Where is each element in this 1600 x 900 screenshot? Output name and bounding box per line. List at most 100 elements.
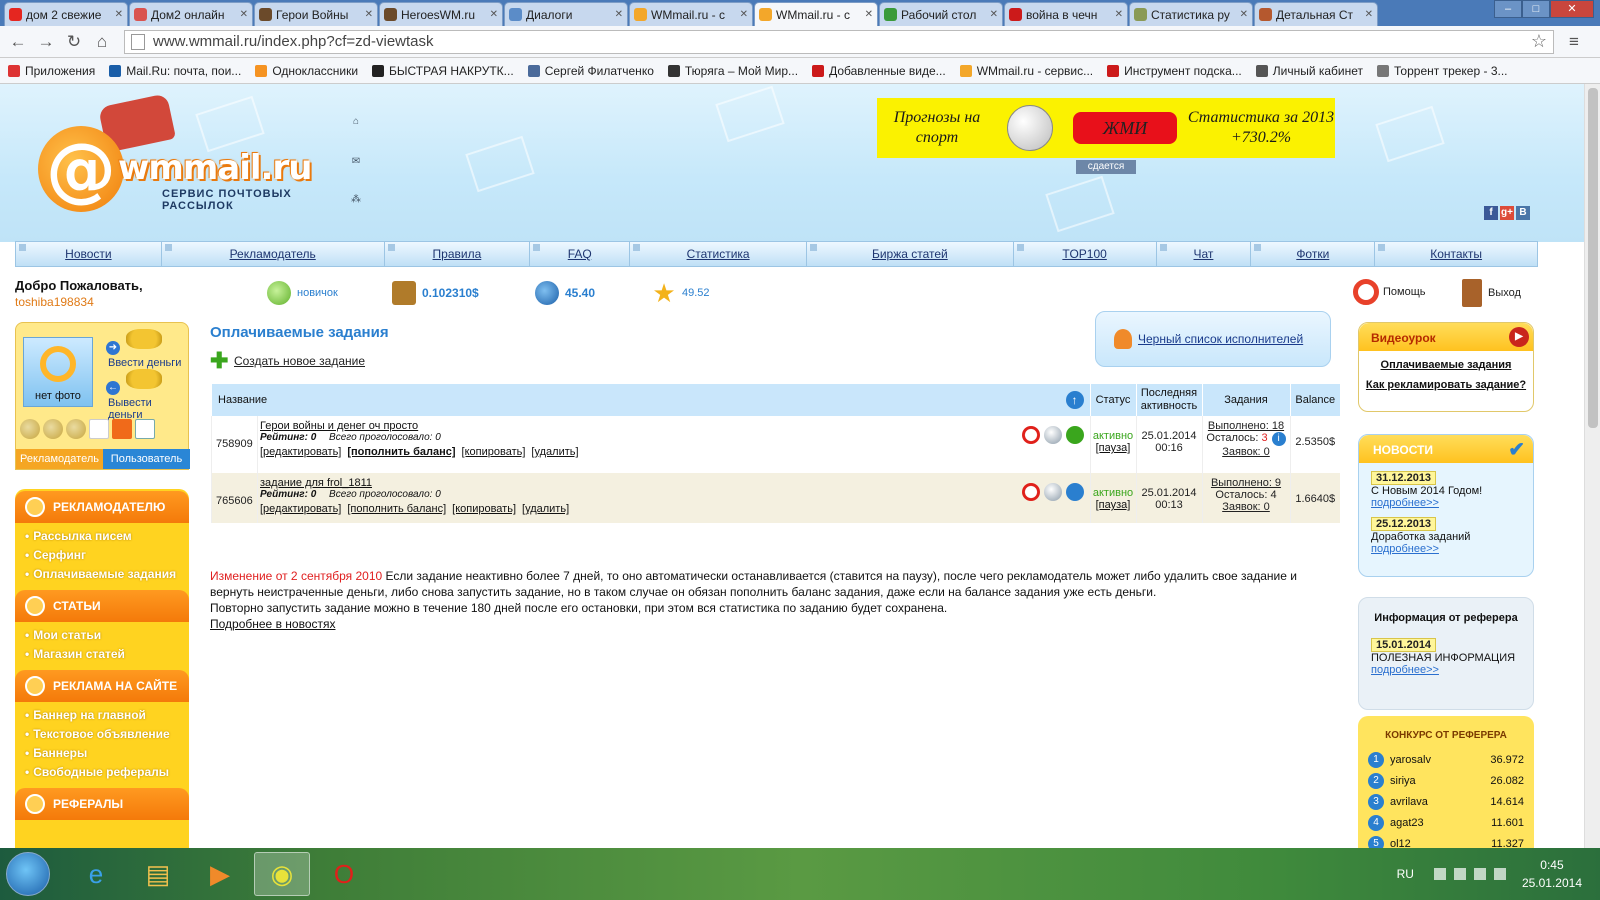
scrollbar-thumb[interactable] [1588,88,1598,428]
left-menu-item[interactable]: Текстовое объявление [25,725,189,744]
tab-close-icon[interactable]: ✕ [1365,9,1373,20]
nav-item[interactable]: Правила [385,242,531,266]
tab-user[interactable]: Пользователь [103,449,190,469]
requests-link[interactable]: Заявок: 0 [1203,501,1290,513]
notice-more-link[interactable]: Подробнее в новостях [210,617,335,631]
sitemap-icon[interactable]: ⁂ [350,194,362,206]
sort-up-icon[interactable]: ↑ [1065,391,1084,409]
nav-item[interactable]: Рекламодатель [162,242,385,266]
media-player-app[interactable]: ▶ [192,852,248,896]
pause-link[interactable]: [пауза] [1091,499,1136,511]
left-menu-section-header[interactable]: РЕФЕРАЛЫ [15,788,189,820]
facebook-icon[interactable]: f [1484,206,1498,220]
blacklist-link[interactable]: Черный список исполнителей [1138,332,1303,346]
browser-tab[interactable]: Герои Войны ✕ [254,2,378,26]
username[interactable]: toshiba198834 [15,295,94,309]
page-scrollbar[interactable] [1584,84,1600,848]
news-more-link[interactable]: подробнее>> [1371,543,1533,555]
alarm-clock-icon[interactable] [1021,483,1040,501]
chrome-menu-icon[interactable]: ≡ [1562,30,1586,54]
left-menu-item[interactable]: Серфинг [25,546,189,565]
bookmark-item[interactable]: Личный кабинет [1255,64,1363,78]
info-icon[interactable]: i [1271,432,1286,446]
left-menu-item[interactable]: Магазин статей [25,645,189,664]
alarm-clock-icon[interactable] [1021,426,1040,444]
bookmark-item[interactable]: Одноклассники [255,64,358,78]
site-logo[interactable]: @ wmmail.ru СЕРВИС ПОЧТОВЫХ РАССЫЛОК [38,93,318,212]
tab-advertiser[interactable]: Рекламодатель [16,449,103,469]
task-name-link[interactable]: Герои войны и денег оч просто [260,420,585,432]
browser-tab[interactable]: Статистика ру ✕ [1129,2,1253,26]
google-plus-icon[interactable]: g+ [1500,206,1514,220]
left-menu-section-header[interactable]: РЕКЛАМА НА САЙТЕ [15,670,189,702]
tab-close-icon[interactable]: ✕ [240,9,248,20]
notepad-icon[interactable] [89,419,109,439]
blacklist-box[interactable]: Черный список исполнителей [1095,311,1331,367]
left-menu-item[interactable]: Баннеры [25,744,189,763]
play-icon[interactable]: ▶ [1509,327,1529,347]
chrome-app[interactable]: ◉ [254,852,310,896]
magnifier-icon[interactable] [1043,483,1062,501]
close-window-button[interactable]: ✕ [1550,0,1594,18]
maximize-button[interactable]: □ [1522,0,1550,18]
bookmark-item[interactable]: Тюряга – Мой Мир... [667,64,798,78]
task-action-link[interactable]: [пополнить баланс] [347,503,446,515]
forward-icon[interactable]: → [34,30,58,54]
tab-close-icon[interactable]: ✕ [1240,9,1248,20]
bookmark-item[interactable]: Приложения [8,64,95,78]
left-menu-item[interactable]: Мои статьи [25,626,189,645]
browser-tab[interactable]: Детальная Ст ✕ [1254,2,1378,26]
bookmark-item[interactable]: WMmail.ru - сервис... [959,64,1093,78]
contest-name[interactable]: avrilava [1390,796,1490,808]
chart-icon[interactable] [135,419,155,439]
mail-icon[interactable]: ✉ [350,156,362,168]
reload-icon[interactable]: ↻ [62,30,86,54]
magnifier-icon[interactable] [1043,426,1062,444]
back-icon[interactable]: ← [6,30,30,54]
file-explorer-app[interactable]: ▤ [130,852,186,896]
browser-tab[interactable]: Диалоги ✕ [504,2,628,26]
bookmark-item[interactable]: Mail.Ru: почта, пои... [109,64,241,78]
done-link[interactable]: Выполнено: 18 [1203,420,1290,432]
nav-item[interactable]: Фотки [1251,242,1376,266]
left-menu-section-header[interactable]: РЕКЛАМОДАТЕЛЮ [15,491,189,523]
left-menu-item[interactable]: Рассылка писем [25,527,189,546]
logout-link[interactable]: Выход [1462,279,1521,307]
address-bar[interactable]: ☆ [124,29,1554,54]
url-input[interactable] [153,33,1531,50]
minimize-button[interactable]: – [1494,0,1522,18]
clock[interactable]: 0:45 25.01.2014 [1522,856,1582,892]
banner-button[interactable]: ЖМИ [1073,112,1177,144]
stack-icon[interactable] [112,419,132,439]
browser-tab[interactable]: WMmail.ru - с ✕ [754,2,878,26]
task-action-link[interactable]: [копировать] [462,446,526,458]
network-icon[interactable] [1473,868,1486,880]
done-link[interactable]: Выполнено: 9 [1203,477,1290,489]
tab-close-icon[interactable]: ✕ [990,9,998,20]
opera-app[interactable]: O [316,852,372,896]
ad-banner[interactable]: Прогнозы на спорт ЖМИ Статистика за 2013… [877,98,1335,158]
task-action-link[interactable]: [пополнить баланс] [347,446,455,458]
contest-name[interactable]: ol12 [1390,838,1491,849]
left-menu-item[interactable]: Оплачиваемые задания [25,565,189,584]
task-action-link[interactable]: [удалить] [522,503,569,515]
tab-close-icon[interactable]: ✕ [865,9,873,20]
tray-icon[interactable] [1433,868,1446,880]
nav-item[interactable]: Чат [1157,242,1252,266]
requests-link[interactable]: Заявок: 0 [1203,446,1290,458]
nav-item[interactable]: Статистика [630,242,807,266]
browser-tab[interactable]: HeroesWM.ru ✕ [379,2,503,26]
header-name[interactable]: Название ↑ [211,384,1090,416]
help-link[interactable]: Помощь [1353,279,1426,305]
user-photo[interactable]: нет фото [23,337,93,407]
pause-link[interactable]: [пауза] [1091,442,1136,454]
tab-close-icon[interactable]: ✕ [1115,9,1123,20]
task-action-link[interactable]: [удалить] [531,446,578,458]
news-more-link[interactable]: подробнее>> [1371,497,1533,509]
left-menu-item[interactable]: Баннер на главной [25,706,189,725]
blue-up-icon[interactable] [1065,483,1084,501]
bookmark-item[interactable]: БЫСТРАЯ НАКРУТК... [372,64,514,78]
nav-item[interactable]: FAQ [530,242,631,266]
home-icon[interactable]: ⌂ [350,116,362,128]
start-button[interactable] [6,852,50,896]
